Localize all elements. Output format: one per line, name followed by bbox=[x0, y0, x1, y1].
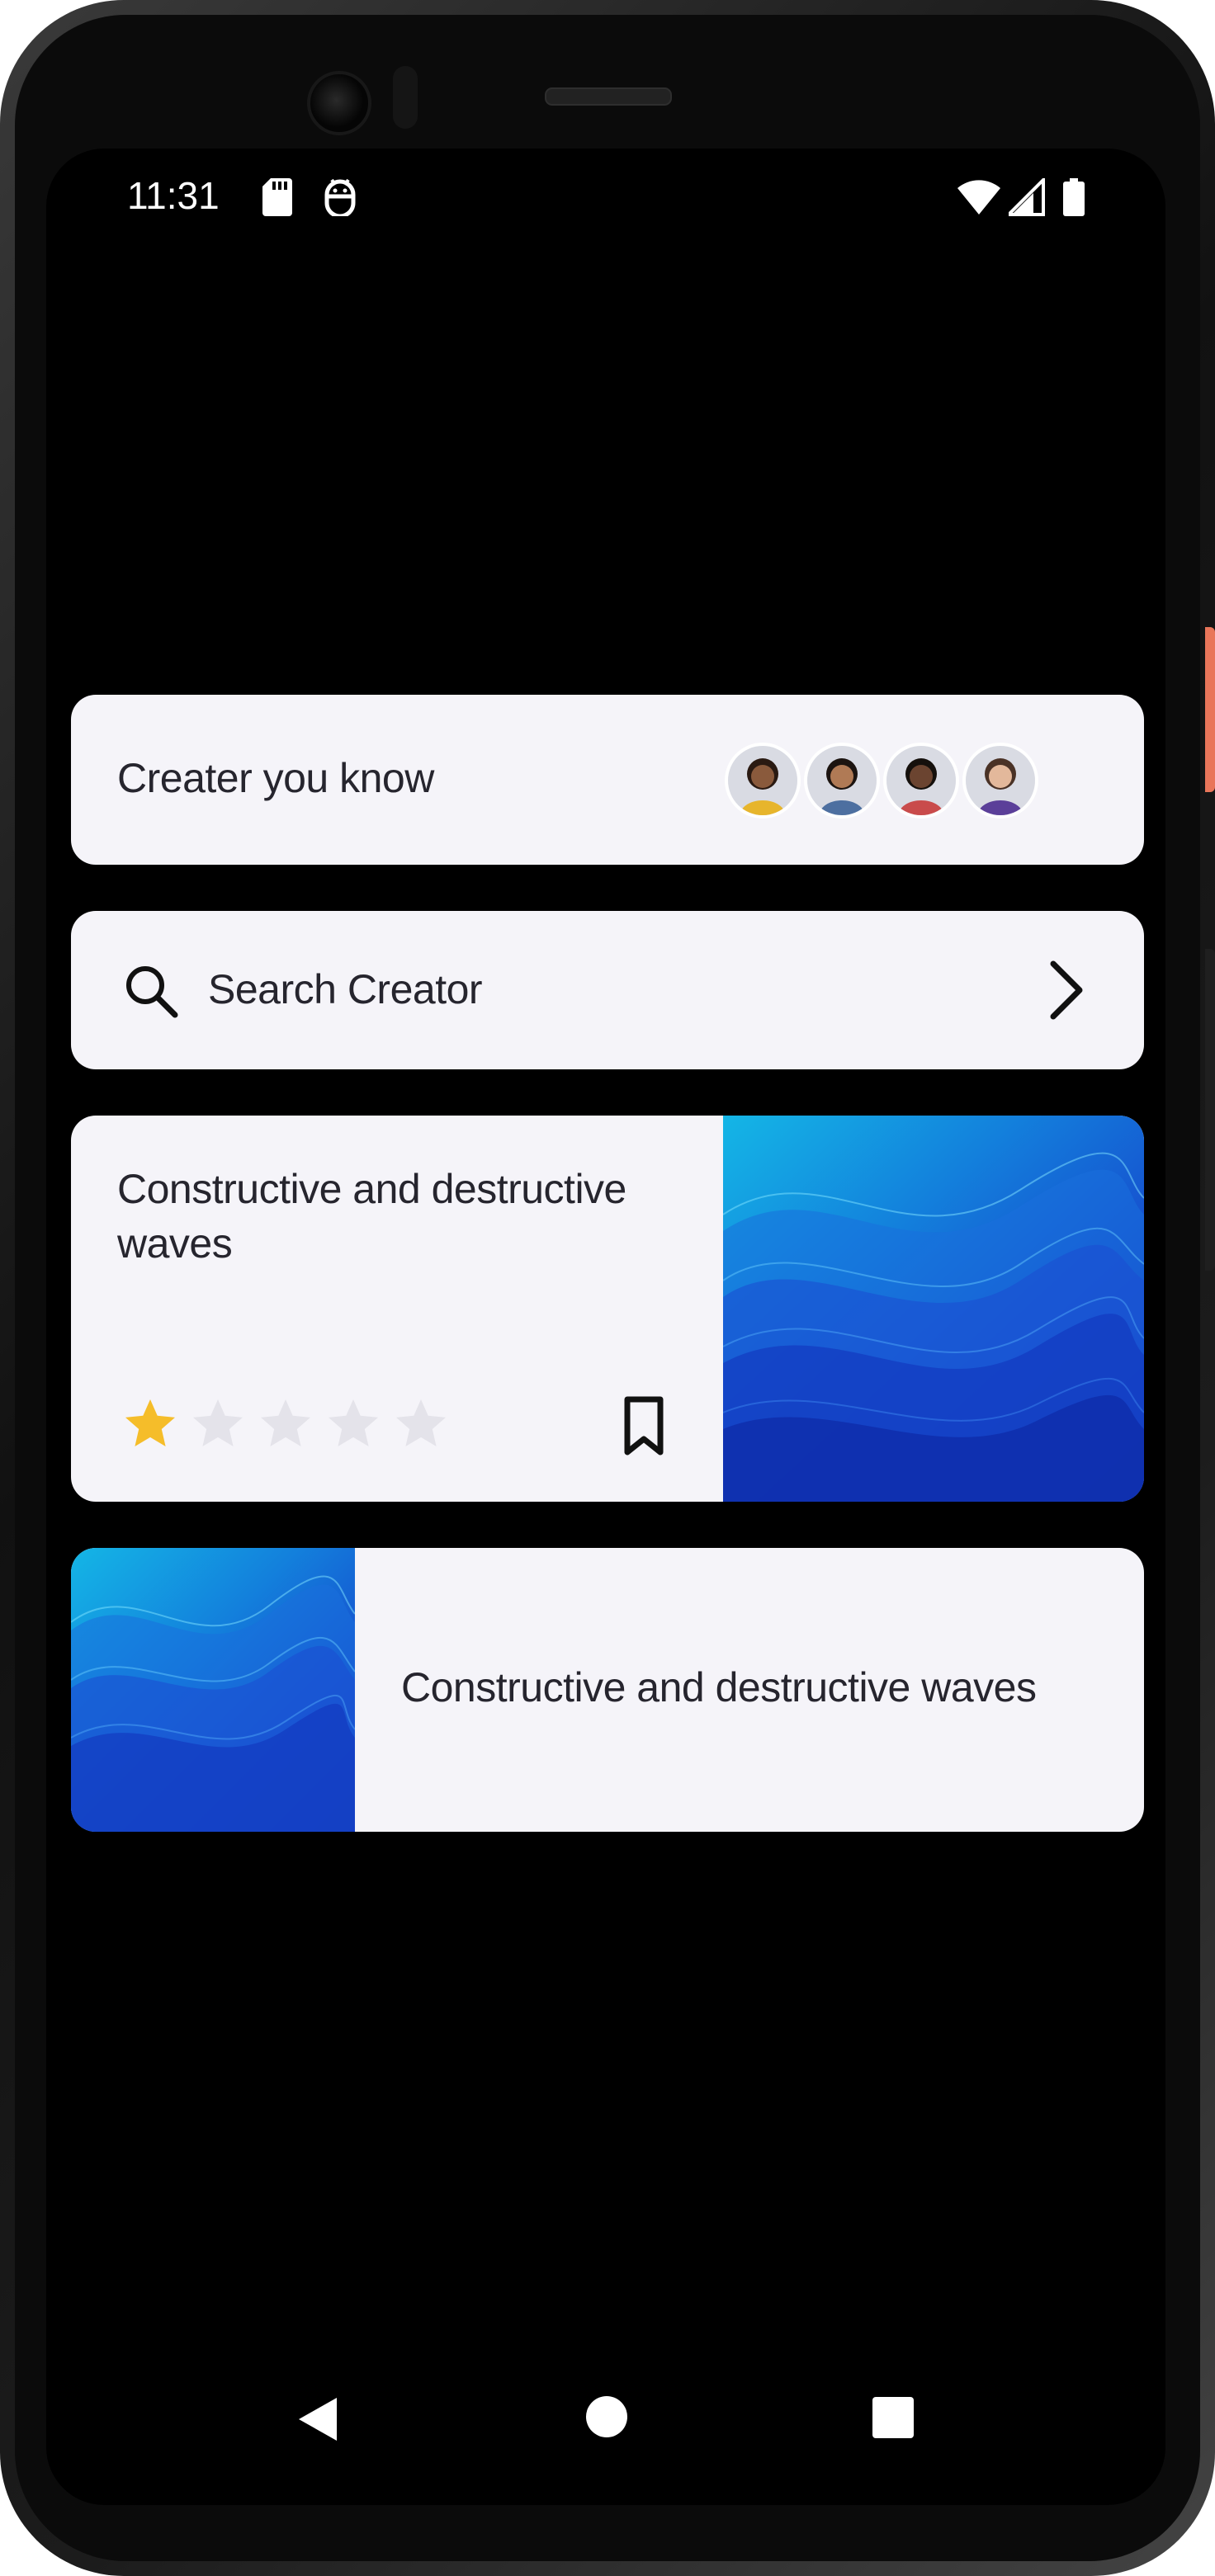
waves-image bbox=[722, 1116, 1144, 1502]
battery-icon bbox=[1063, 178, 1085, 220]
star-empty-icon[interactable] bbox=[256, 1394, 315, 1458]
avatar-woman-purple[interactable] bbox=[962, 743, 1038, 819]
recents-icon[interactable] bbox=[872, 2396, 915, 2443]
star-empty-icon[interactable] bbox=[324, 1394, 383, 1458]
avatar-man-red[interactable] bbox=[883, 743, 959, 819]
course-title: Constructive and destructive waves bbox=[117, 1166, 626, 1267]
navigation-bar bbox=[46, 2376, 1165, 2475]
chevron-right-icon bbox=[1042, 957, 1091, 1027]
course-card-1[interactable]: Constructive and destructive waves bbox=[71, 1116, 1144, 1502]
course-card-2[interactable]: Constructive and destructive waves bbox=[71, 1548, 1144, 1832]
star-empty-icon[interactable] bbox=[188, 1394, 248, 1458]
creators-label: Creater you know bbox=[117, 755, 434, 801]
star-empty-icon[interactable] bbox=[391, 1394, 451, 1458]
course-title: Constructive and destructive waves bbox=[401, 1664, 1037, 1710]
status-time: 11:31 bbox=[127, 174, 220, 217]
star-filled-icon[interactable] bbox=[121, 1394, 180, 1458]
earpiece-speaker bbox=[545, 87, 672, 106]
sd-card-icon bbox=[262, 178, 292, 220]
avatar-woman-yellow[interactable] bbox=[725, 743, 801, 819]
creators-card[interactable]: Creater you know bbox=[71, 695, 1144, 865]
status-bar: 11:31 bbox=[46, 149, 1165, 248]
wifi-icon bbox=[957, 178, 1000, 220]
back-icon[interactable] bbox=[294, 2394, 343, 2448]
search-creator-button[interactable]: Search Creator bbox=[71, 911, 1144, 1069]
bookmark-icon[interactable] bbox=[617, 1394, 670, 1461]
screen: 11:31 Creater you know Search Creator Co… bbox=[46, 149, 1165, 2505]
power-button bbox=[1205, 627, 1215, 792]
android-debug-icon bbox=[324, 178, 357, 220]
home-icon[interactable] bbox=[584, 2394, 629, 2443]
volume-button bbox=[1205, 949, 1215, 1271]
search-icon bbox=[122, 962, 180, 1024]
proximity-sensor bbox=[393, 66, 418, 129]
waves-image bbox=[71, 1548, 356, 1832]
front-camera bbox=[307, 71, 371, 135]
avatar-man-glasses[interactable] bbox=[804, 743, 880, 819]
search-label: Search Creator bbox=[208, 966, 483, 1012]
signal-icon bbox=[1005, 176, 1045, 220]
